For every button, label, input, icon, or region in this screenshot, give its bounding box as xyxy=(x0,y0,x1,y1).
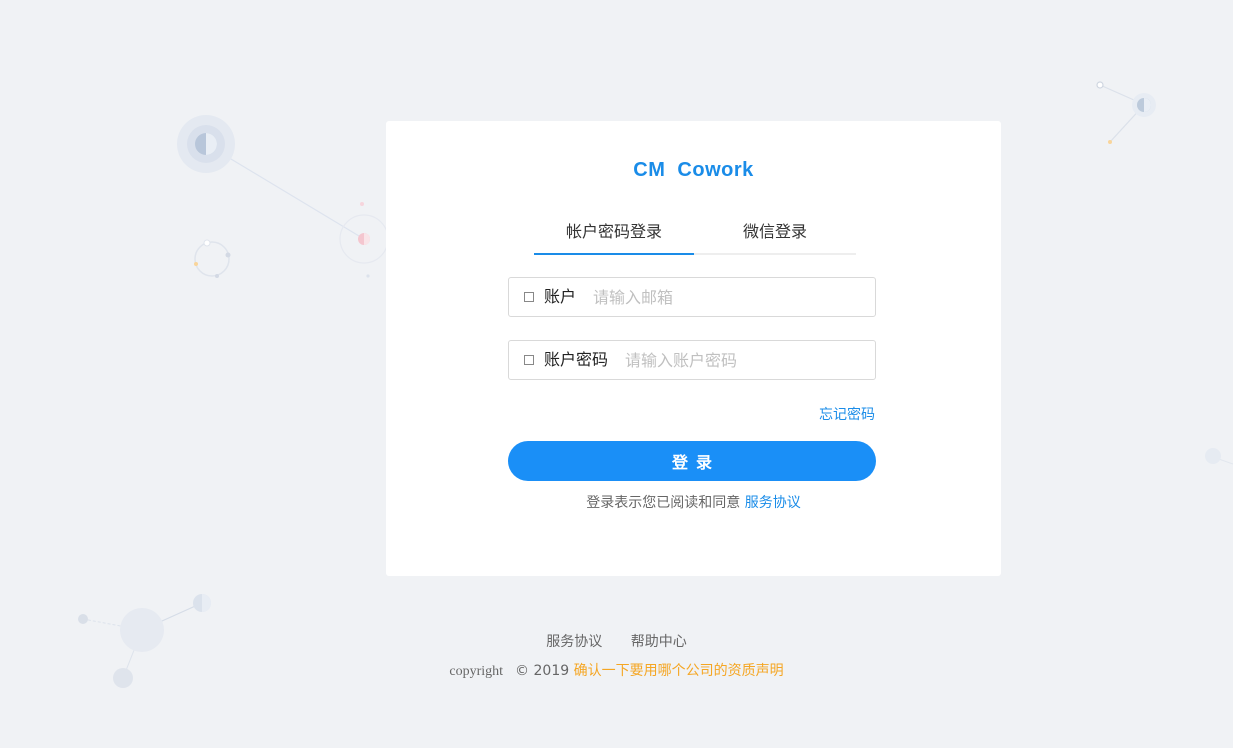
email-field[interactable]: 账户 xyxy=(508,277,876,317)
email-field-label: 账户 xyxy=(544,287,577,306)
password-input[interactable] xyxy=(625,342,867,378)
email-input[interactable] xyxy=(593,279,867,315)
copyright-symbol: © xyxy=(515,663,530,679)
square-outline-icon xyxy=(524,292,534,302)
password-field-label: 账户密码 xyxy=(544,350,609,369)
footer-help-center-link[interactable]: 帮助中心 xyxy=(631,634,687,650)
copyright-year: 2019 xyxy=(533,663,570,679)
agreement-text: 登录表示您已阅读和同意 xyxy=(586,495,741,511)
forgot-password-link[interactable]: 忘记密码 xyxy=(819,404,875,424)
login-button[interactable]: 登录 xyxy=(508,441,876,481)
tab-account-password-login[interactable]: 帐户密码登录 xyxy=(534,215,694,255)
copyright-line: copyright © 2019 确认一下要用哪个公司的资质声明 xyxy=(0,660,1233,680)
login-card: CM Cowork 帐户密码登录 微信登录 账户 账户密码 忘记密码 登录 登录… xyxy=(386,121,1001,576)
copyright-word: copyright xyxy=(449,664,504,679)
password-field[interactable]: 账户密码 xyxy=(508,340,876,380)
footer-service-agreement-link[interactable]: 服务协议 xyxy=(546,634,602,650)
square-outline-icon xyxy=(524,355,534,365)
footer-links: 服务协议 帮助中心 xyxy=(0,631,1233,651)
service-agreement-link[interactable]: 服务协议 xyxy=(745,495,801,511)
brand-logo: CM Cowork xyxy=(633,159,754,181)
login-tabs: 帐户密码登录 微信登录 xyxy=(534,215,856,255)
company-statement: 确认一下要用哪个公司的资质声明 xyxy=(573,663,784,679)
agreement-notice: 登录表示您已阅读和同意 服务协议 xyxy=(386,492,1001,512)
tab-wechat-login[interactable]: 微信登录 xyxy=(694,215,856,253)
